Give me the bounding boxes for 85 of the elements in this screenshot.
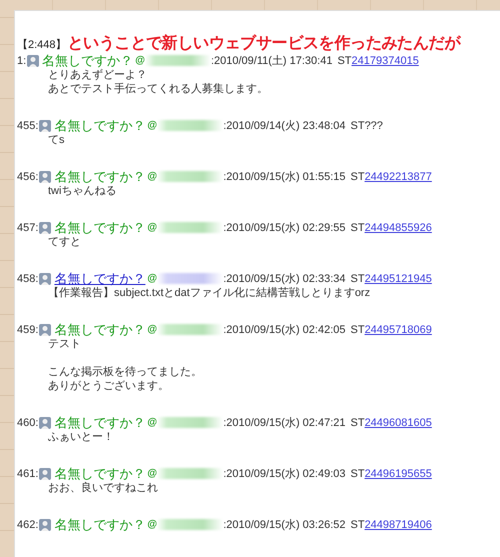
st-link[interactable]: 24496081605	[364, 416, 432, 428]
avatar-icon	[39, 170, 52, 182]
avatar-icon	[39, 120, 52, 132]
poster-name: 名無しですか？	[54, 218, 146, 236]
avatar-icon	[39, 518, 52, 530]
post-number: 1:	[17, 54, 26, 66]
post-date: :2010/09/15(水) 03:26:52	[223, 518, 346, 532]
poster-name: 名無しですか？	[54, 116, 146, 134]
post-number: 458:	[17, 272, 38, 284]
at-sign: @	[147, 519, 158, 530]
poster-name: 名無しですか？	[54, 464, 146, 482]
st-link[interactable]: 24495718069	[364, 324, 432, 336]
st-label: ST	[350, 518, 365, 530]
blurred-id	[157, 417, 224, 428]
post-text: こんな掲示板を待ってました。	[48, 366, 202, 378]
st-label: ST	[337, 54, 352, 66]
blurred-id	[157, 324, 224, 335]
st-value: ???	[364, 120, 383, 132]
post-date: :2010/09/15(水) 01:55:15	[223, 170, 346, 184]
post-date: :2010/09/15(水) 02:49:03	[223, 467, 346, 481]
thread-title: ということで新しいウェブサービスを作ったみたんだが	[68, 33, 460, 54]
post-text: てすと	[48, 236, 81, 248]
post-number: 461:	[17, 468, 38, 480]
avatar-icon	[39, 468, 52, 480]
at-sign: @	[147, 417, 158, 428]
avatar-icon	[27, 54, 40, 66]
poster-name: 名無しですか？	[54, 320, 146, 338]
st-link[interactable]: 24494855926	[364, 222, 432, 234]
post-number: 460:	[17, 416, 38, 428]
poster-name: 名無しですか？	[54, 168, 146, 186]
thread-number: 【2:448】	[17, 38, 67, 52]
st-label: ST	[350, 222, 365, 234]
post-number: 459:	[17, 324, 38, 336]
poster-name-link[interactable]: 名無しですか？	[54, 270, 146, 288]
blurred-id	[157, 273, 224, 284]
post-date: :2010/09/15(水) 02:29:55	[223, 221, 346, 235]
post-text: てs	[48, 134, 64, 146]
blurred-id	[157, 468, 224, 479]
poster-name: 名無しですか？	[42, 52, 134, 69]
at-sign: @	[135, 55, 145, 66]
post-text: あとでテスト手伝ってくれる人募集します。	[48, 83, 268, 95]
post-number: 456:	[17, 170, 38, 182]
at-sign: @	[147, 324, 158, 335]
post-text: テスト	[48, 338, 81, 350]
post-date: :2010/09/11(土) 17:30:41	[210, 54, 332, 68]
post-text: ありがとうございます。	[48, 380, 169, 392]
blurred-id	[157, 120, 224, 131]
blurred-id	[157, 171, 224, 182]
st-label: ST	[350, 170, 365, 182]
post-text: 【作業報告】subject.txtとdatファイル化に結構苦戦しとりますorz	[48, 287, 370, 299]
st-link[interactable]: 24498719406	[364, 518, 432, 530]
post-number: 462:	[17, 518, 38, 530]
at-sign: @	[147, 273, 158, 284]
post-text: おお、良いですねこれ	[48, 482, 158, 494]
post-date: :2010/09/14(火) 23:48:04	[223, 119, 346, 133]
poster-name: 名無しですか？	[54, 516, 146, 534]
post-date: :2010/09/15(水) 02:42:05	[223, 323, 346, 337]
st-link[interactable]: 24492213877	[364, 170, 432, 182]
at-sign: @	[147, 222, 158, 233]
post-text: ふぁいとー！	[48, 431, 114, 443]
avatar-icon	[39, 324, 52, 336]
st-label: ST	[350, 468, 365, 480]
avatar-icon	[39, 222, 52, 234]
at-sign: @	[147, 468, 158, 479]
blurred-id	[157, 519, 224, 530]
post-text: twiちゃんねる	[48, 185, 116, 197]
st-link[interactable]: 24179374015	[352, 54, 419, 66]
post-number: 457:	[17, 222, 38, 234]
post-date: :2010/09/15(水) 02:47:21	[223, 416, 346, 430]
post-text: とりあえずどーよ？	[48, 69, 147, 81]
poster-name: 名無しですか？	[54, 414, 146, 432]
st-link[interactable]: 24495121945	[364, 272, 432, 284]
st-label: ST	[350, 120, 365, 132]
avatar-icon	[39, 272, 52, 284]
avatar-icon	[39, 416, 52, 428]
st-label: ST	[350, 416, 365, 428]
at-sign: @	[147, 120, 158, 131]
st-label: ST	[350, 272, 365, 284]
st-link[interactable]: 24496195655	[364, 468, 432, 480]
post-date: :2010/09/15(水) 02:33:34	[223, 272, 346, 286]
post-number: 455:	[17, 120, 38, 132]
at-sign: @	[147, 171, 158, 182]
st-label: ST	[350, 324, 365, 336]
blurred-id	[144, 55, 211, 66]
blurred-id	[157, 222, 224, 233]
